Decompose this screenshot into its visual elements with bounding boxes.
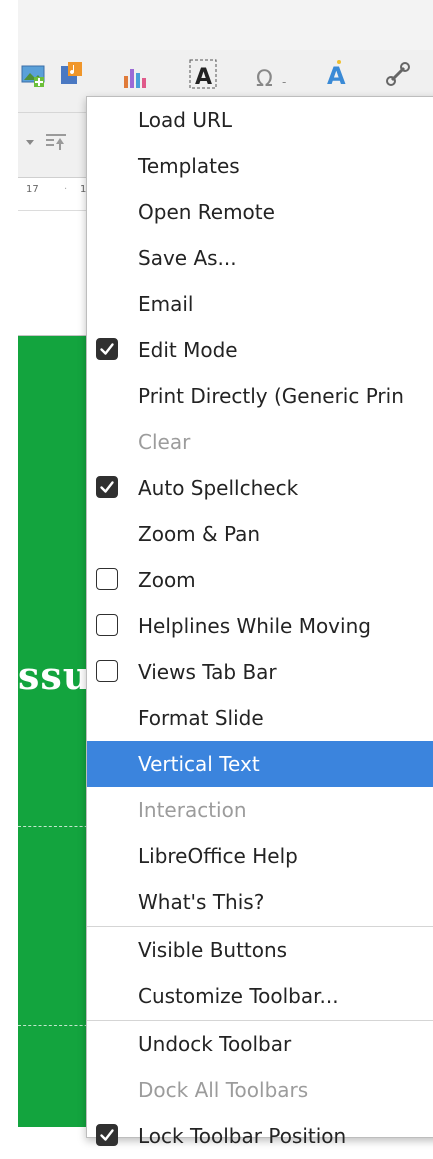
menu-item-label: Interaction (138, 798, 247, 822)
menu-item-libreoffice-help[interactable]: LibreOffice Help (87, 833, 433, 879)
image-icon[interactable] (20, 62, 46, 88)
ruler-tick-mark: · (64, 184, 68, 195)
menu-item-auto-spellcheck[interactable]: Auto Spellcheck (87, 465, 433, 511)
menu-item-lock-toolbar-position[interactable]: Lock Toolbar Position (87, 1113, 433, 1159)
menu-item-interaction: Interaction (87, 787, 433, 833)
menu-item-label: Format Slide (138, 706, 264, 730)
special-character-icon[interactable]: Ω- (256, 66, 290, 90)
menu-item-label: LibreOffice Help (138, 844, 298, 868)
menu-item-visible-buttons[interactable]: Visible Buttons (87, 927, 433, 973)
checkbox-checked-icon[interactable] (96, 338, 118, 360)
menu-item-label: Visible Buttons (138, 938, 288, 962)
media-icon[interactable] (58, 60, 86, 88)
menu-item-zoom[interactable]: Zoom (87, 557, 433, 603)
menu-item-edit-mode[interactable]: Edit Mode (87, 327, 433, 373)
menu-item-label: Zoom (138, 568, 196, 592)
menu-item-helplines-while-moving[interactable]: Helplines While Moving (87, 603, 433, 649)
menu-item-what-s-this[interactable]: What's This? (87, 879, 433, 925)
window-left-edge (0, 0, 18, 1127)
menu-item-customize-toolbar[interactable]: Customize Toolbar... (87, 973, 433, 1019)
menu-item-clear: Clear (87, 419, 433, 465)
menu-item-label: Clear (138, 430, 191, 454)
menu-item-label: Edit Mode (138, 338, 238, 362)
menu-item-undock-toolbar[interactable]: Undock Toolbar (87, 1021, 433, 1067)
menu-item-dock-all-toolbars: Dock All Toolbars (87, 1067, 433, 1113)
menu-item-label: Helplines While Moving (138, 614, 371, 638)
checkbox-checked-icon[interactable] (96, 476, 118, 498)
svg-text:-: - (282, 75, 286, 89)
checkbox-unchecked-icon[interactable] (96, 614, 118, 636)
menu-item-label: Save As... (138, 246, 237, 270)
menu-item-label: Print Directly (Generic Prin (138, 384, 404, 408)
svg-text:A: A (195, 65, 212, 90)
chevron-down-icon[interactable] (24, 136, 36, 148)
menu-item-zoom-pan[interactable]: Zoom & Pan (87, 511, 433, 557)
menu-item-label: Email (138, 292, 194, 316)
checkbox-checked-icon[interactable] (96, 1124, 118, 1146)
menu-item-label: Dock All Toolbars (138, 1078, 309, 1102)
svg-text:A: A (327, 62, 346, 88)
checkbox-unchecked-icon[interactable] (96, 568, 118, 590)
text-box-icon[interactable]: A (188, 58, 218, 90)
menu-item-views-tab-bar[interactable]: Views Tab Bar (87, 649, 433, 695)
toolbar-context-menu: Load URL Templates Open Remote Save As... Em… (86, 96, 433, 1148)
menu-item-label: Vertical Text (138, 752, 260, 776)
menu-item-format-slide[interactable]: Format Slide (87, 695, 433, 741)
fontwork-icon[interactable]: A (324, 58, 354, 88)
menu-item-vertical-text[interactable]: Vertical Text (87, 741, 433, 787)
menu-item-save-as[interactable]: Save As... (87, 235, 433, 281)
svg-text:Ω: Ω (256, 67, 273, 90)
ruler-tick-label: 17 (26, 184, 39, 195)
menu-item-label: Load URL (138, 108, 233, 132)
menu-item-label: Open Remote (138, 200, 275, 224)
link-icon[interactable] (384, 60, 412, 88)
menu-item-open-remote[interactable]: Open Remote (87, 189, 433, 235)
menu-item-templates[interactable]: Templates (87, 143, 433, 189)
menu-item-load-url[interactable]: Load URL (87, 97, 433, 143)
paragraph-align-icon[interactable] (44, 132, 68, 152)
menu-item-label: Auto Spellcheck (138, 476, 299, 500)
menu-item-email[interactable]: Email (87, 281, 433, 327)
menu-item-print-directly-generic-prin[interactable]: Print Directly (Generic Prin (87, 373, 433, 419)
menu-item-label: Customize Toolbar... (138, 984, 339, 1008)
menu-item-label: Zoom & Pan (138, 522, 261, 546)
chart-icon[interactable] (122, 66, 146, 88)
menu-item-label: Views Tab Bar (138, 660, 277, 684)
slide-title-text[interactable]: ssu (18, 653, 91, 698)
menu-item-label: Undock Toolbar (138, 1032, 292, 1056)
menu-item-label: Templates (138, 154, 240, 178)
checkbox-unchecked-icon[interactable] (96, 660, 118, 682)
window-top-strip (0, 0, 433, 50)
menu-item-label: Lock Toolbar Position (138, 1124, 347, 1148)
menu-item-label: What's This? (138, 890, 265, 914)
